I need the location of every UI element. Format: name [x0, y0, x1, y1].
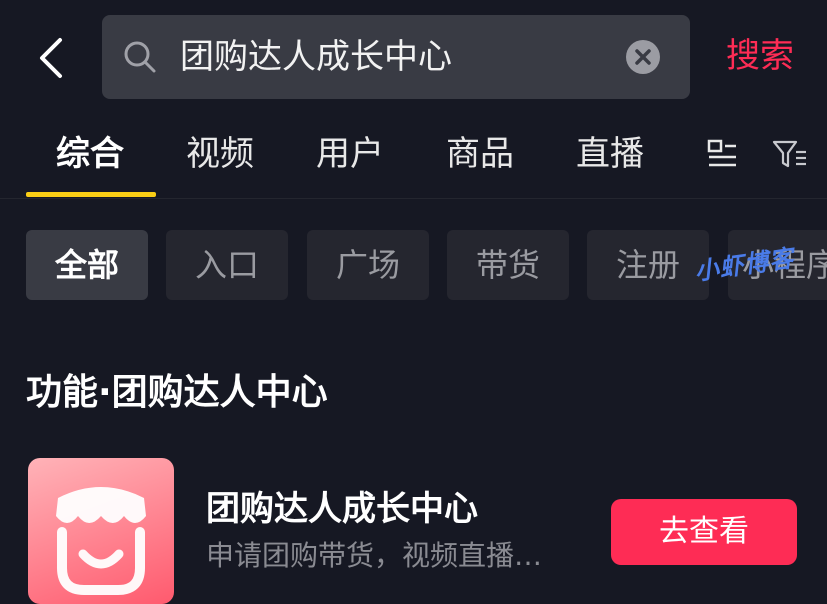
shop-awning-app-icon[interactable]	[28, 458, 174, 604]
chip-register[interactable]: 注册	[587, 230, 709, 300]
search-icon	[122, 39, 158, 75]
result-title[interactable]: 团购达人成长中心	[206, 486, 478, 532]
result-description: 申请团购带货，视频直播…	[206, 539, 543, 572]
search-input[interactable]: 团购达人成长中心	[102, 15, 690, 99]
tab-video[interactable]: 视频	[186, 132, 254, 176]
chip-selling[interactable]: 带货	[447, 230, 569, 300]
search-query-text[interactable]: 团购达人成长中心	[180, 33, 452, 81]
section-title: 功能·团购达人中心	[26, 372, 328, 413]
tab-live[interactable]: 直播	[576, 132, 644, 176]
search-button[interactable]: 搜索	[726, 32, 794, 80]
result-item[interactable]: 团购达人成长中心 申请团购带货，视频直播… 去查看	[0, 456, 827, 604]
tab-bar: 综合 视频 用户 商品 直播	[0, 112, 827, 199]
chip-all[interactable]: 全部	[26, 230, 148, 300]
clear-icon[interactable]	[626, 40, 660, 74]
tab-users[interactable]: 用户	[316, 132, 384, 176]
tab-products[interactable]: 商品	[446, 132, 514, 176]
filter-icon[interactable]	[772, 138, 808, 170]
back-arrow-icon[interactable]	[34, 36, 74, 80]
top-bar: 团购达人成长中心 搜索	[0, 0, 827, 112]
chip-entrance[interactable]: 入口	[166, 230, 288, 300]
view-button[interactable]: 去查看	[611, 499, 797, 565]
active-tab-indicator	[26, 192, 156, 197]
layout-icon[interactable]	[706, 138, 742, 170]
tab-comprehensive[interactable]: 综合	[56, 132, 124, 176]
chip-plaza[interactable]: 广场	[307, 230, 429, 300]
